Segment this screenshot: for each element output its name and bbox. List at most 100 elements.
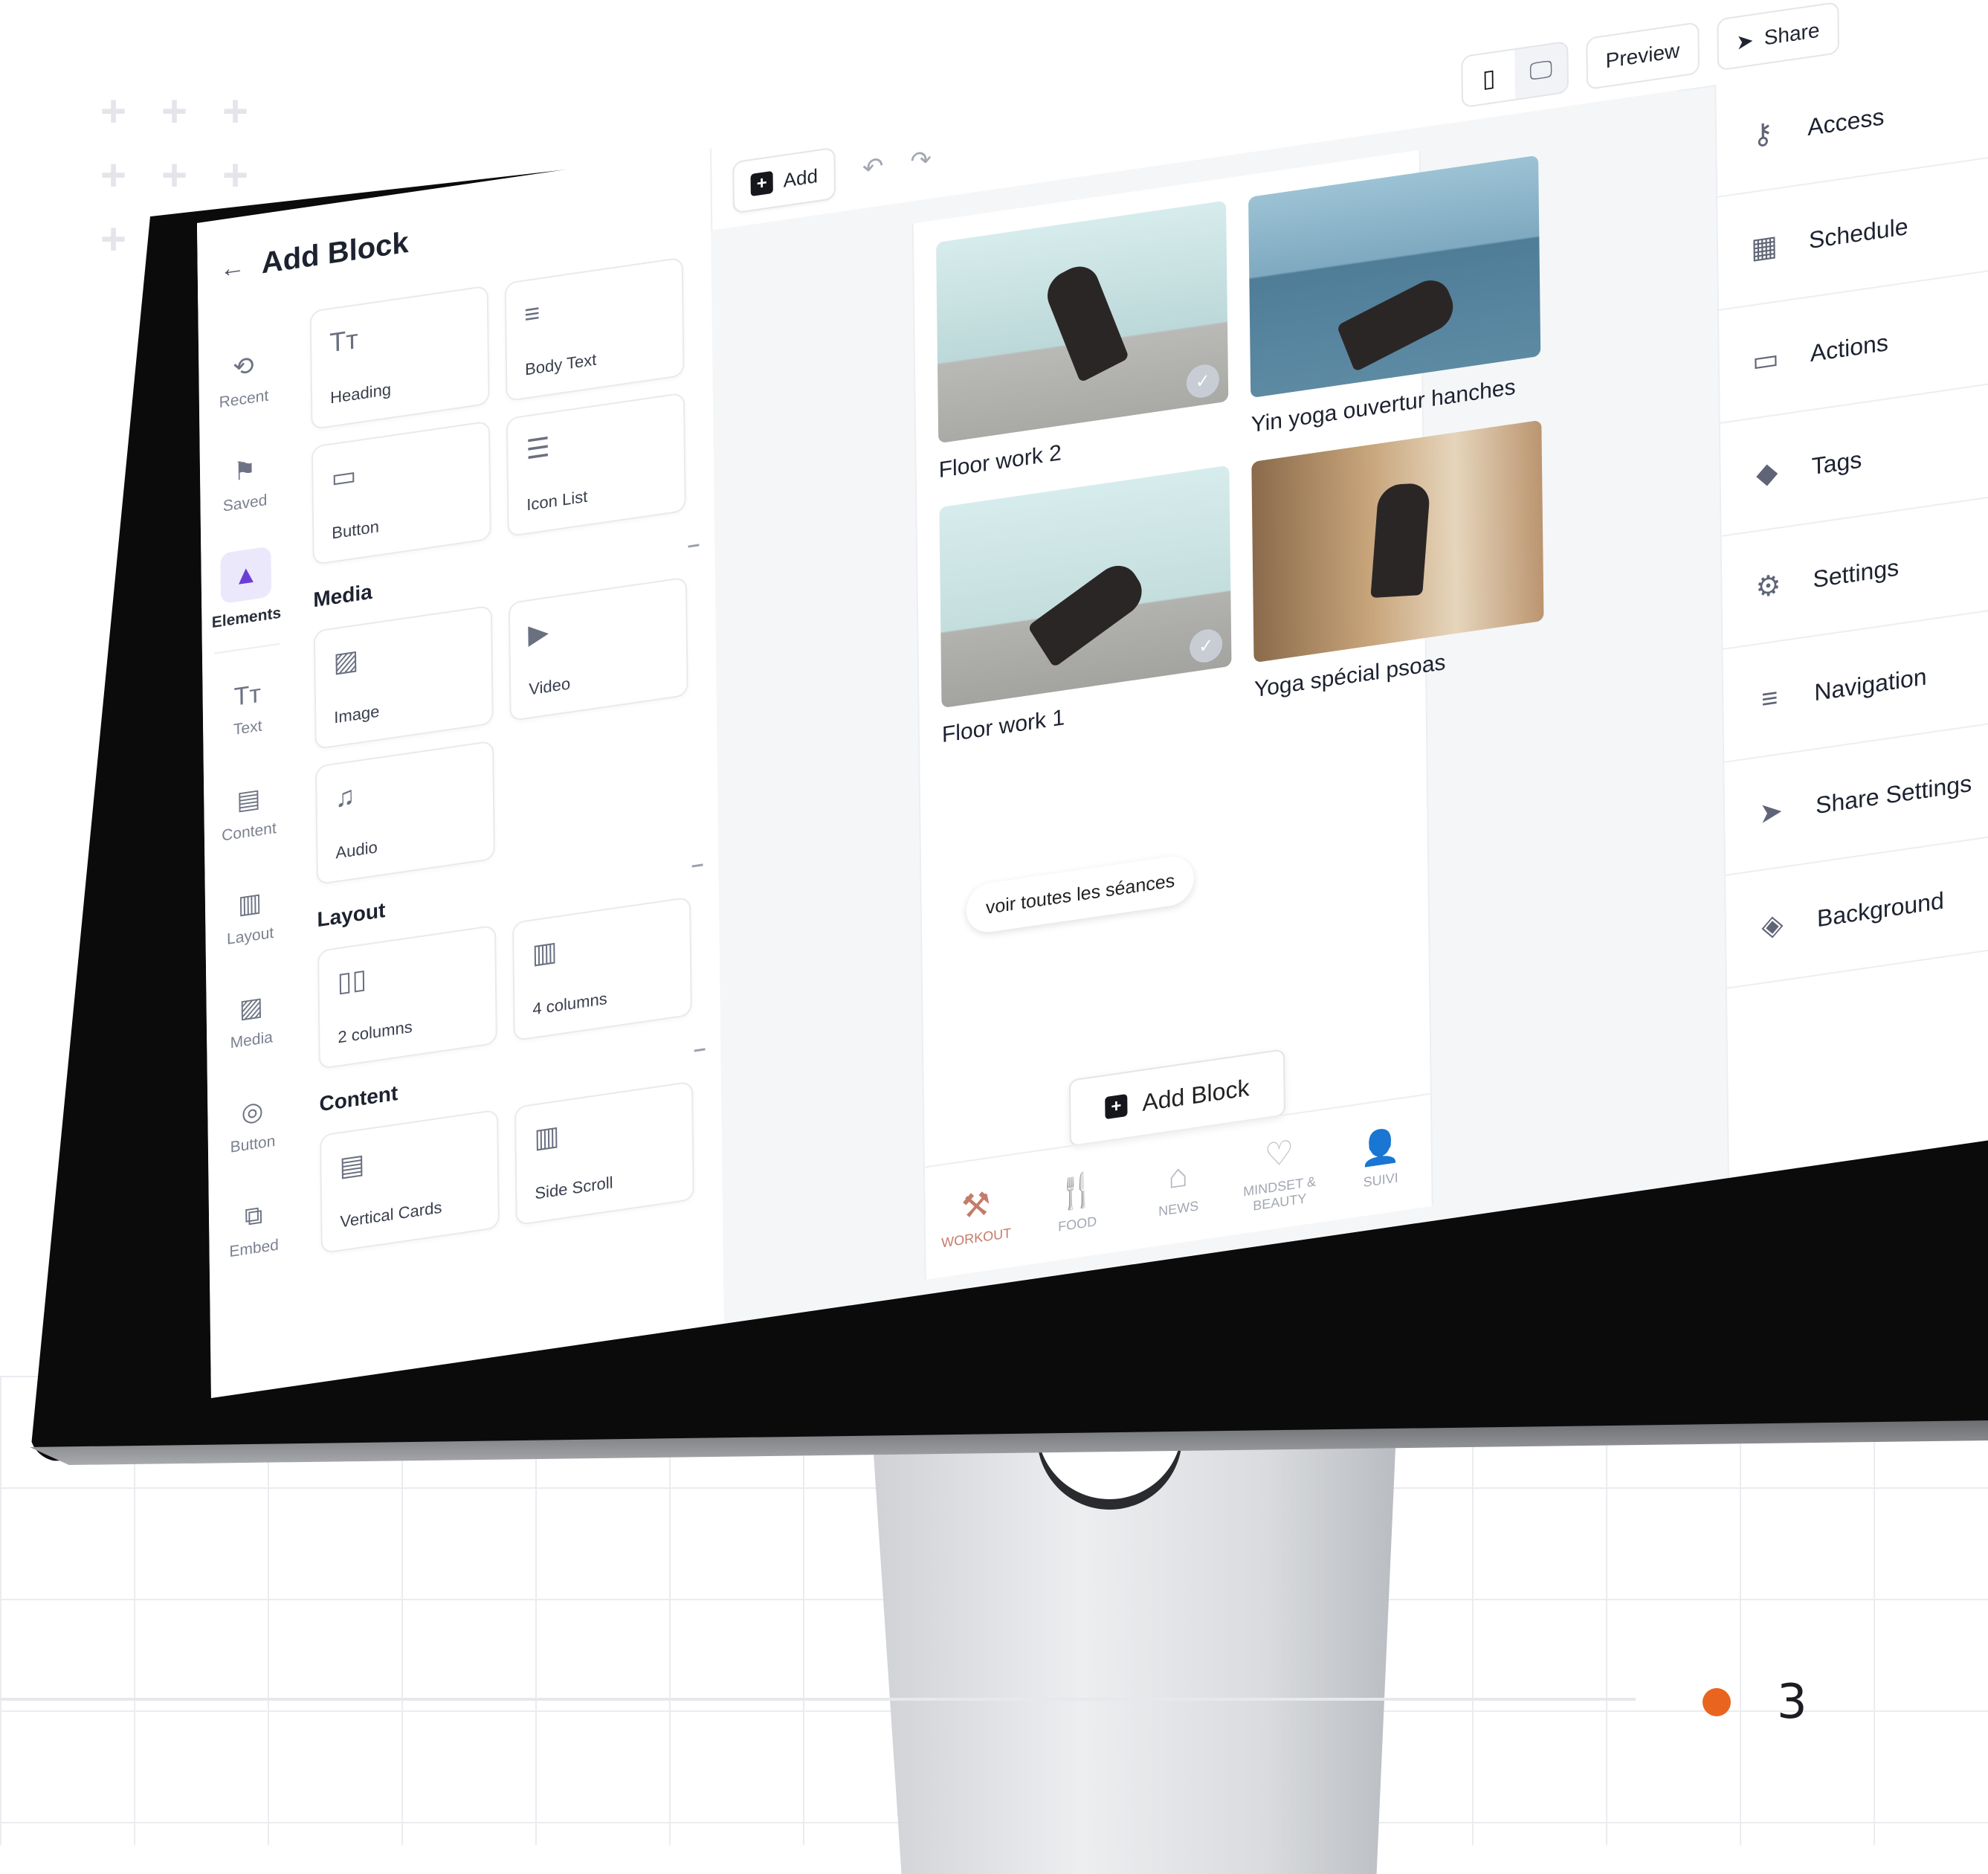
settings-label: Access — [1807, 102, 1885, 141]
person-figure — [1336, 271, 1459, 372]
workout-card[interactable]: Yoga spécial psoas — [1251, 419, 1544, 705]
plus-icon: + — [1105, 1093, 1128, 1120]
rail-label: Text — [233, 717, 262, 738]
collapse-icon[interactable]: – — [691, 851, 704, 878]
block-heading[interactable]: Tт Heading — [309, 285, 490, 431]
check-icon[interactable]: ✓ — [1189, 627, 1223, 665]
calendar-icon: ▦ — [1750, 229, 1778, 265]
block-icon-list[interactable]: ☰ Icon List — [506, 392, 686, 538]
collapse-icon[interactable]: – — [687, 532, 700, 558]
workout-card[interactable]: ✓ Floor work 1 — [939, 465, 1232, 750]
tab-mindset-beauty[interactable]: ♡ MINDSET & BEAUTY — [1234, 1128, 1324, 1216]
key-icon: ⚷ — [1752, 117, 1774, 152]
block-video[interactable]: ▶ Video — [508, 576, 688, 722]
rail-label: Content — [222, 819, 277, 845]
paint-bucket-icon: ◈ — [1761, 908, 1784, 943]
menu-icon: ≡ — [1761, 681, 1778, 716]
block-side-scroll[interactable]: ▥ Side Scroll — [514, 1081, 694, 1226]
rail-item-media[interactable]: ▨ Media — [206, 963, 297, 1080]
rail-item-saved[interactable]: ⚑ Saved — [199, 426, 290, 543]
fork-knife-icon: 🍴 — [1056, 1170, 1098, 1213]
rail-label: Saved — [222, 491, 268, 515]
settings-label: Settings — [1813, 553, 1900, 593]
block-vertical-cards[interactable]: ▤ Vertical Cards — [319, 1109, 500, 1255]
workout-thumbnail — [1248, 155, 1541, 399]
section-title: Layout — [317, 898, 386, 932]
tab-food[interactable]: 🍴 FOOD — [1032, 1165, 1122, 1238]
block-body-text[interactable]: ≡ Body Text — [504, 257, 685, 402]
block-2-columns[interactable]: ▯▯ 2 columns — [317, 924, 497, 1070]
workout-card[interactable]: ✓ Floor work 2 — [936, 200, 1229, 486]
tab-label: NEWS — [1158, 1197, 1199, 1219]
rail-item-recent[interactable]: ⟲ Recent — [199, 322, 289, 439]
rail-label: Recent — [219, 387, 269, 412]
block-label: 2 columns — [338, 1017, 413, 1047]
panel-header: ← Add Block — [220, 226, 409, 287]
check-icon[interactable]: ✓ — [1186, 362, 1220, 400]
send-icon: ➤ — [1736, 28, 1754, 54]
rail-item-elements[interactable]: ▲ Elements — [201, 530, 291, 647]
action-icon: ▭ — [1752, 342, 1780, 379]
tab-label: SUIVI — [1363, 1169, 1398, 1190]
block-library: Tт Heading ≡ Body Text ▭ Button ☰ Icon L… — [309, 255, 709, 1276]
rail-item-button[interactable]: ◎ Button — [207, 1067, 298, 1184]
rail-label: Media — [230, 1028, 274, 1052]
block-audio[interactable]: ♫ Audio — [315, 740, 495, 886]
workout-card[interactable]: Yin yoga ouvertur hanches — [1248, 155, 1541, 440]
rail-label: Embed — [229, 1235, 280, 1260]
workout-thumbnail: ✓ — [936, 200, 1229, 444]
tag-icon: ◆ — [1755, 456, 1778, 491]
image-icon: ▨ — [239, 991, 264, 1024]
tab-label: WORKOUT — [941, 1225, 1012, 1251]
rail-item-text[interactable]: Tт Text — [202, 651, 293, 767]
home-icon: ⌂ — [1168, 1156, 1189, 1196]
user-icon: 👤 — [1359, 1126, 1401, 1169]
settings-label: Actions — [1810, 328, 1889, 367]
page-number: 3 — [1777, 1675, 1807, 1730]
preview-label: Preview — [1605, 38, 1680, 73]
section-title: Content — [319, 1081, 398, 1116]
desktop-view-icon[interactable]: 🖵 — [1514, 42, 1567, 99]
workout-thumbnail — [1251, 419, 1544, 663]
text-icon: Tт — [329, 323, 358, 358]
plus-icon: + — [750, 170, 773, 197]
rail-item-layout[interactable]: ▥ Layout — [204, 859, 295, 976]
rail-item-embed[interactable]: ⧉ Embed — [209, 1171, 300, 1288]
embed-icon: ⧉ — [244, 1200, 263, 1231]
image-icon: ▨ — [333, 643, 359, 678]
block-label: Heading — [329, 379, 392, 408]
add-block-panel: ← Add Block ⟲ Recent ⚑ Saved ▲ Elements … — [197, 148, 726, 1398]
send-icon: ➤ — [1758, 795, 1784, 830]
block-label: Side Scroll — [535, 1173, 613, 1203]
rail-label: Layout — [226, 924, 274, 948]
heart-icon: ♡ — [1264, 1133, 1294, 1174]
lines-icon: ≡ — [523, 297, 540, 330]
rail-item-content[interactable]: ▤ Content — [204, 755, 294, 872]
media-blocks: ▨ Image ▶ Video ♫ Audio — [313, 575, 703, 886]
redo-icon[interactable]: ↷ — [910, 144, 932, 177]
block-4-columns[interactable]: ▥ 4 columns — [512, 896, 692, 1042]
workout-thumbnail: ✓ — [939, 465, 1232, 709]
tab-workout[interactable]: ⚒ WORKOUT — [931, 1180, 1021, 1252]
text-blocks: Tт Heading ≡ Body Text ▭ Button ☰ Icon L… — [309, 255, 700, 566]
block-label: Audio — [335, 837, 378, 863]
category-rail: ⟲ Recent ⚑ Saved ▲ Elements Tт Text ▤ Co… — [199, 322, 299, 1288]
block-image[interactable]: ▨ Image — [313, 605, 494, 750]
person-figure — [1370, 483, 1431, 599]
rail-label: Elements — [211, 604, 282, 632]
text-icon: Tт — [233, 679, 262, 712]
tab-news[interactable]: ⌂ NEWS — [1133, 1151, 1223, 1223]
undo-icon[interactable]: ↶ — [862, 151, 884, 184]
mobile-view-icon[interactable]: ▯ — [1462, 50, 1516, 107]
block-button[interactable]: ▭ Button — [311, 420, 491, 566]
see-all-sessions-button[interactable]: voir toutes les séances — [966, 853, 1195, 936]
settings-label: Schedule — [1808, 212, 1908, 254]
headphones-icon: ♫ — [335, 779, 355, 814]
collapse-icon[interactable]: – — [694, 1036, 706, 1063]
tab-suivi[interactable]: 👤 SUIVI — [1335, 1121, 1425, 1194]
block-label: Button — [332, 517, 380, 543]
back-arrow-icon[interactable]: ← — [220, 252, 245, 285]
cards-icon: ▤ — [339, 1147, 365, 1182]
page-settings-panel: ⚷ Access ▦ Schedule ▭ Actions ◆ Tags ⚙ S… — [1714, 33, 1988, 1179]
dumbbell-icon: ⚒ — [961, 1185, 991, 1226]
